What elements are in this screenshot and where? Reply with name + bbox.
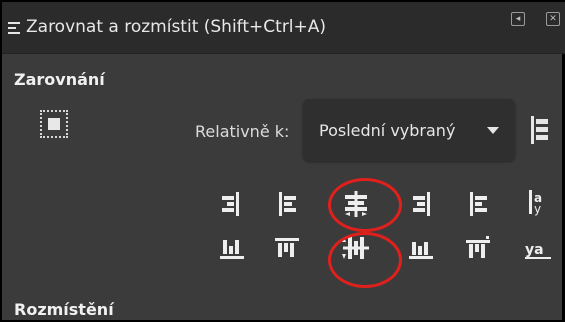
align-baseline-text-icon[interactable]: ay xyxy=(524,188,552,216)
panel-title: Zarovnat a rozmístit (Shift+Ctrl+A) xyxy=(26,17,327,37)
panel-titlebar: Zarovnat a rozmístit (Shift+Ctrl+A) ◂ ✕ xyxy=(2,2,565,54)
align-distribute-panel: Zarovnat a rozmístit (Shift+Ctrl+A) ◂ ✕ … xyxy=(0,0,565,322)
align-right-edges-to-left-icon[interactable] xyxy=(218,190,246,218)
detach-icon[interactable]: ◂ xyxy=(511,12,525,26)
baseline-glyph-bottom: ya xyxy=(525,242,544,258)
align-options-icon[interactable] xyxy=(530,114,550,146)
menu-grip-icon[interactable] xyxy=(8,22,20,36)
align-top-edges-to-bottom-icon[interactable] xyxy=(464,234,492,262)
center-on-horizontal-axis-icon[interactable] xyxy=(342,234,370,262)
center-on-vertical-axis-icon[interactable] xyxy=(342,190,370,218)
align-left-edges-icon[interactable] xyxy=(273,190,301,218)
align-right-edges-icon[interactable] xyxy=(407,190,435,218)
align-left-edges-to-right-icon[interactable] xyxy=(464,190,492,218)
relative-to-label: Relativně k: xyxy=(195,122,290,141)
selection-as-group-icon[interactable] xyxy=(40,110,68,138)
distribute-section-heading: Rozmístění xyxy=(14,300,114,319)
align-top-edges-icon[interactable] xyxy=(273,234,301,262)
align-bottom-edges-to-top-icon[interactable] xyxy=(218,234,246,262)
relative-to-dropdown[interactable]: Poslední vybraný xyxy=(303,99,515,161)
chevron-down-icon xyxy=(487,127,499,134)
align-section-heading: Zarovnání xyxy=(14,70,105,89)
relative-to-value: Poslední vybraný xyxy=(319,121,456,140)
align-baseline-anchor-icon[interactable]: ya xyxy=(524,234,552,262)
svg-text:y: y xyxy=(534,202,541,216)
align-bottom-edges-icon[interactable] xyxy=(407,234,435,262)
close-icon[interactable]: ✕ xyxy=(546,12,560,26)
